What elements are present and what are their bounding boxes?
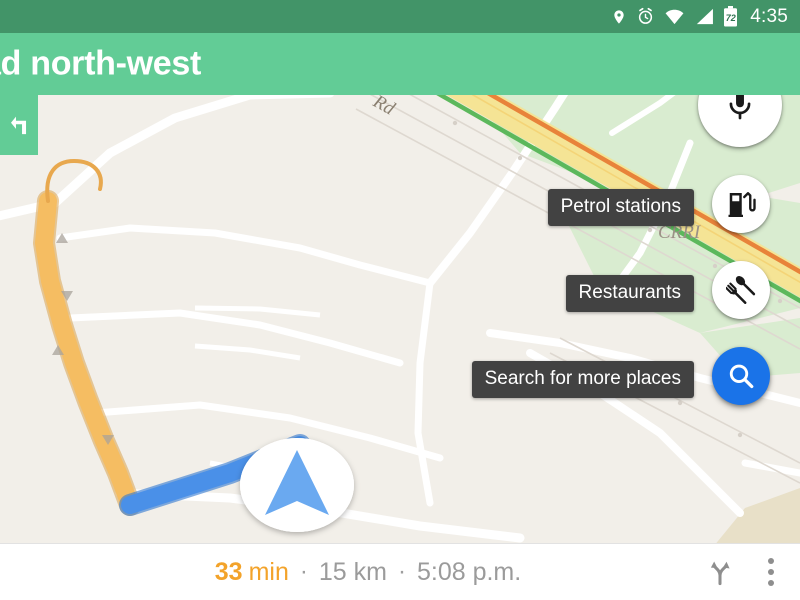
battery-level-text: 72 [725,13,736,23]
wifi-icon [664,8,685,25]
overflow-dots-icon [768,558,774,586]
cellular-signal-icon [694,8,714,25]
trip-info-bar: 33 min · 15 km · 5:08 p.m. [0,543,800,600]
search-more-places-button[interactable] [712,347,770,405]
battery-icon: 72 [723,6,738,27]
duration-value: 33 [214,557,243,586]
bottom-bar-actions [706,558,800,586]
navigation-instruction-header[interactable]: ad north-west [0,33,800,95]
restaurants-button[interactable] [712,261,770,319]
petrol-stations-label[interactable]: Petrol stations [547,189,694,226]
eta-summary[interactable]: 33 min · 15 km · 5:08 p.m. [30,558,706,587]
navigation-screen: CRRI Rd ad north-west 72 4:35 Petrol sta… [0,0,800,600]
eta-separator-1: · [299,558,308,585]
status-bar: 72 4:35 [0,0,800,33]
duration-unit: min [248,557,289,586]
more-options-button[interactable] [768,558,774,586]
fuel-pump-icon [728,192,756,217]
restaurant-icon [726,276,756,304]
alarm-clock-icon [636,7,655,26]
petrol-stations-button[interactable] [712,175,770,233]
search-more-places-label[interactable]: Search for more places [471,361,694,398]
status-bar-clock: 4:35 [750,5,788,27]
turn-left-arrow-icon [10,116,27,135]
maneuver-badge [0,95,38,155]
route-fork-icon [710,561,730,586]
arrival-time-value: 5:08 p.m. [416,557,522,586]
location-pin-icon [611,7,627,27]
restaurants-label[interactable]: Restaurants [565,275,694,312]
eta-separator-2: · [397,558,406,585]
navigation-instruction-text: ad north-west [0,44,201,83]
magnifier-icon [729,364,754,389]
distance-value: 15 km [318,557,387,586]
route-overview-button[interactable] [706,558,734,586]
